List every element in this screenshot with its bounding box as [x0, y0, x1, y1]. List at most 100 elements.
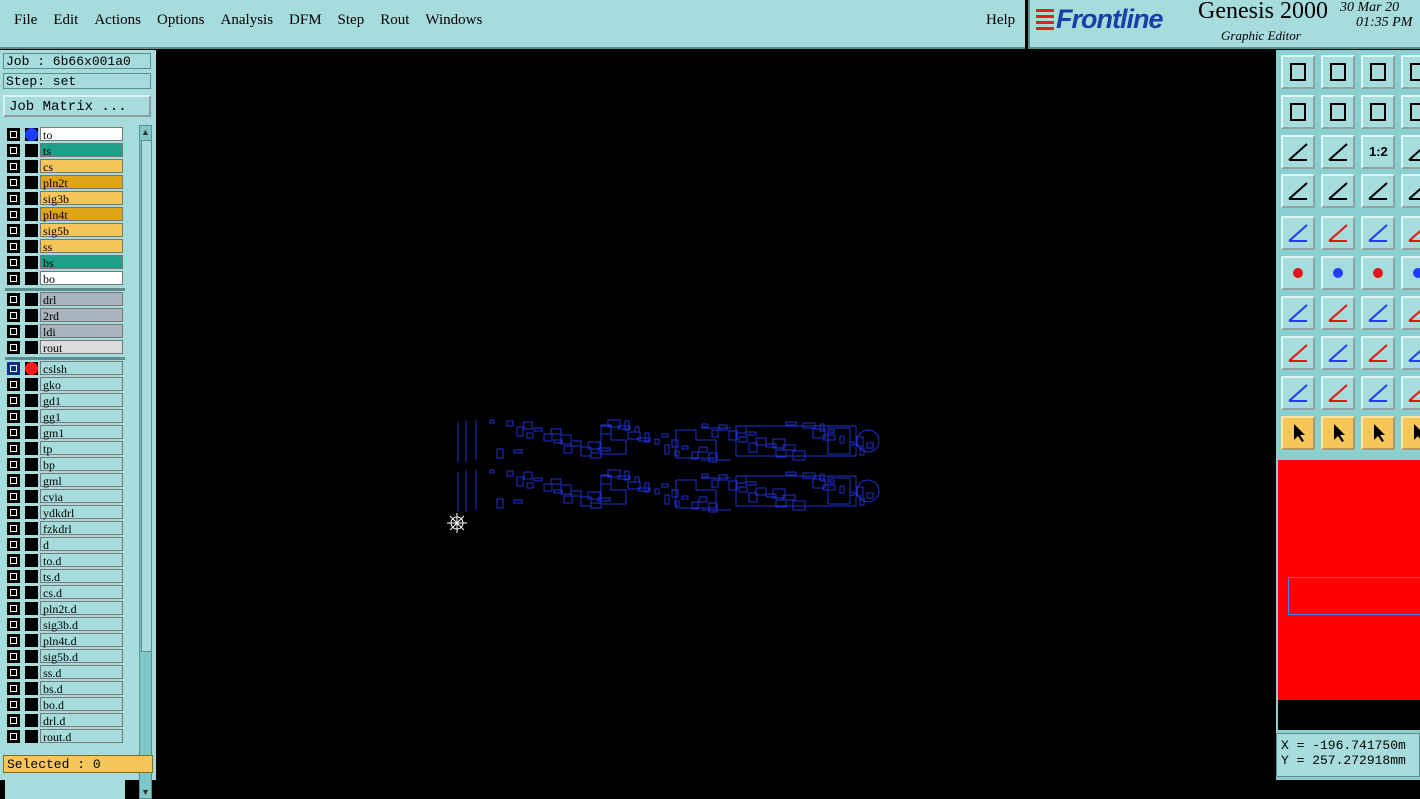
bracket-button[interactable] [1401, 296, 1420, 330]
layer-row[interactable]: gml [5, 473, 125, 488]
layer-name[interactable]: gd1 [40, 393, 123, 408]
layer-name[interactable]: cslsh [40, 361, 123, 376]
cursor-box-button[interactable] [1321, 416, 1355, 450]
layer-checkbox[interactable] [7, 442, 20, 455]
layer-checkbox[interactable] [7, 506, 20, 519]
layer-checkbox[interactable] [7, 426, 20, 439]
pad-button[interactable] [1281, 336, 1315, 370]
fill-button[interactable] [1281, 216, 1315, 250]
layer-row[interactable]: pln4t.d [5, 633, 125, 648]
layer-affected-icon[interactable] [25, 618, 38, 631]
layer-checkbox[interactable] [7, 341, 20, 354]
layer-row[interactable]: ldi [5, 324, 125, 339]
layer-row[interactable]: rout.d [5, 729, 125, 744]
graphic-canvas[interactable] [156, 50, 1276, 780]
layer-name[interactable]: pln2t [40, 175, 123, 190]
layer-affected-icon[interactable] [25, 293, 38, 306]
layer-affected-icon[interactable] [25, 538, 38, 551]
scroll-up-icon[interactable]: ▲ [140, 126, 151, 138]
measure-button[interactable] [1361, 336, 1395, 370]
layer-name[interactable]: to [40, 127, 123, 142]
undo-move-button[interactable] [1361, 95, 1395, 129]
layer-row[interactable]: drl.d [5, 713, 125, 728]
layer-affected-icon[interactable] [25, 730, 38, 743]
layer-name[interactable]: sig3b.d [40, 617, 123, 632]
layer-name[interactable]: sig5b [40, 223, 123, 238]
menu-dfm[interactable]: DFM [281, 12, 330, 29]
layer-name[interactable]: gg1 [40, 409, 123, 424]
menu-options[interactable]: Options [149, 12, 213, 29]
layer-row[interactable]: cvia [5, 489, 125, 504]
layer-affected-icon[interactable] [25, 554, 38, 567]
move-right-button[interactable] [1321, 95, 1355, 129]
layer-affected-icon[interactable] [25, 474, 38, 487]
layer-row[interactable]: sig3b [5, 191, 125, 206]
layer-affected-icon[interactable] [25, 325, 38, 338]
layer-checkbox[interactable] [7, 618, 20, 631]
layer-checkbox[interactable] [7, 522, 20, 535]
layer-affected-icon[interactable] [25, 272, 38, 285]
layer-row[interactable]: fzkdrl [5, 521, 125, 536]
layer-affected-icon[interactable] [25, 490, 38, 503]
menu-analysis[interactable]: Analysis [213, 12, 282, 29]
layer-checkbox[interactable] [7, 410, 20, 423]
layer-row[interactable]: ydkdrl [5, 505, 125, 520]
layer-row[interactable]: pln2t.d [5, 601, 125, 616]
layer-row[interactable]: ss [5, 239, 125, 254]
arc-button[interactable] [1361, 296, 1395, 330]
layer-checkbox[interactable] [7, 554, 20, 567]
layer-affected-icon[interactable] [25, 698, 38, 711]
layer-affected-icon[interactable] [25, 176, 38, 189]
layer-affected-icon[interactable] [25, 442, 38, 455]
layer-name[interactable]: drl [40, 292, 123, 307]
layer-row[interactable]: sig3b.d [5, 617, 125, 632]
layer-checkbox[interactable] [7, 160, 20, 173]
layer-checkbox[interactable] [7, 192, 20, 205]
layer-row[interactable]: bs.d [5, 681, 125, 696]
cursor-button[interactable] [1281, 416, 1315, 450]
layer-row[interactable]: ts [5, 143, 125, 158]
layer-name[interactable]: pln4t [40, 207, 123, 222]
triangle-button[interactable] [1281, 376, 1315, 410]
layer-row[interactable]: tp [5, 441, 125, 456]
layer-name[interactable]: bo.d [40, 697, 123, 712]
layer-row[interactable]: gd1 [5, 393, 125, 408]
layer-checkbox[interactable] [7, 176, 20, 189]
layer-row[interactable]: cs.d [5, 585, 125, 600]
layer-checkbox[interactable] [7, 378, 20, 391]
layer-checkbox[interactable] [7, 362, 20, 375]
job-matrix-button[interactable]: Job Matrix ... [3, 95, 151, 117]
layer-name[interactable]: bo [40, 271, 123, 286]
layer-affected-icon[interactable] [25, 634, 38, 647]
layer-checkbox[interactable] [7, 144, 20, 157]
layer-name[interactable]: pln4t.d [40, 633, 123, 648]
circle-button[interactable] [1401, 216, 1420, 250]
layer-name[interactable]: cvia [40, 489, 123, 504]
layer-scrollbar[interactable]: ▲ ▼ [139, 125, 152, 799]
layer-checkbox[interactable] [7, 682, 20, 695]
angle-button[interactable] [1281, 296, 1315, 330]
menu-edit[interactable]: Edit [45, 12, 86, 29]
net2-button[interactable] [1401, 174, 1420, 208]
cursor-step-button[interactable] [1401, 416, 1420, 450]
layer-name[interactable]: drl.d [40, 713, 123, 728]
layer-affected-icon[interactable] [25, 224, 38, 237]
layer-checkbox[interactable] [7, 650, 20, 663]
layer-name[interactable]: cs [40, 159, 123, 174]
layer-name[interactable]: gml [40, 473, 123, 488]
fit-button[interactable] [1281, 135, 1315, 169]
layer-row[interactable]: ts.d [5, 569, 125, 584]
layer-affected-icon[interactable] [25, 666, 38, 679]
layer-name[interactable]: ydkdrl [40, 505, 123, 520]
layer-name[interactable]: bs [40, 255, 123, 270]
layer-name[interactable]: gko [40, 377, 123, 392]
layer-row[interactable]: gko [5, 377, 125, 392]
home-button[interactable] [1361, 55, 1395, 89]
layer-affected-icon[interactable] [25, 256, 38, 269]
ratio-button[interactable]: 1:2 [1361, 135, 1395, 169]
layer-affected-icon[interactable] [25, 506, 38, 519]
layer-name[interactable]: bp [40, 457, 123, 472]
layer-name[interactable]: bs.d [40, 681, 123, 696]
scroll-down-icon[interactable]: ▼ [140, 786, 151, 798]
layer-name[interactable]: fzkdrl [40, 521, 123, 536]
